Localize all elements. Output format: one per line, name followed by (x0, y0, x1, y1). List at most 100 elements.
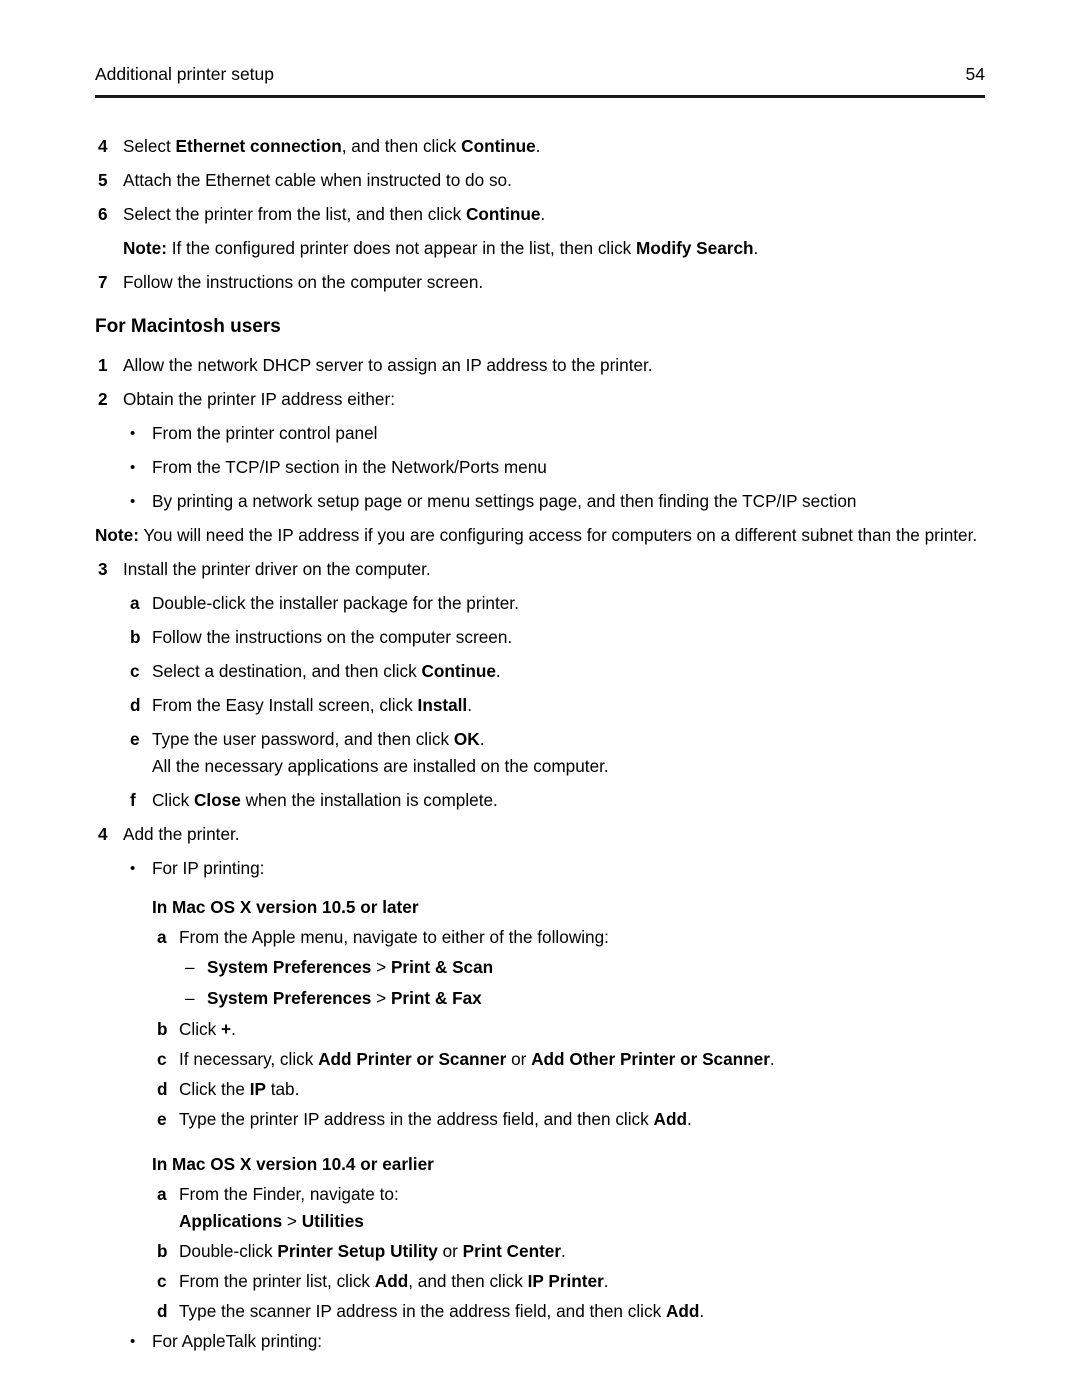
list-item: 4 Select Ethernet connection, and then c… (98, 136, 990, 157)
dash-icon: – (185, 957, 195, 977)
list-text: From the Easy Install screen, click Inst… (152, 695, 472, 715)
list-text: Install the printer driver on the comput… (123, 559, 431, 579)
list-text: From the TCP/IP section in the Network/P… (152, 457, 547, 477)
page-number: 54 (965, 64, 985, 84)
list-text: Click the IP tab. (179, 1079, 300, 1099)
list-item: e Type the printer IP address in the add… (157, 1109, 990, 1130)
list-text: By printing a network setup page or menu… (152, 491, 857, 511)
list-item: b Double-click Printer Setup Utility or … (157, 1241, 990, 1262)
list-item: c If necessary, click Add Printer or Sca… (157, 1049, 990, 1070)
list-text: System Preferences > Print & Scan (207, 957, 494, 977)
note-subnet: Note: You will need the IP address if yo… (95, 525, 978, 545)
list-item: c Select a destination, and then click C… (130, 661, 990, 682)
list-item: f Click Close when the installation is c… (130, 790, 990, 811)
list-item: d Click the IP tab. (157, 1079, 990, 1100)
list-item: • From the printer control panel (130, 423, 990, 444)
list-text: Select a destination, and then click Con… (152, 661, 501, 681)
list-item: 3 Install the printer driver on the comp… (98, 559, 990, 580)
list-marker: b (157, 1019, 168, 1039)
list-item: d Type the scanner IP address in the add… (157, 1301, 990, 1322)
page-content: 4 Select Ethernet connection, and then c… (95, 136, 990, 1365)
list-item: – System Preferences > Print & Scan (185, 957, 990, 978)
list-item: 7 Follow the instructions on the compute… (98, 272, 990, 293)
document-page: Additional printer setup 54 4 Select Eth… (0, 0, 1080, 1397)
page-header: Additional printer setup 54 (95, 63, 985, 85)
list-marker: d (157, 1301, 168, 1321)
list-text: Double-click the installer package for t… (152, 593, 519, 613)
list-text: From the printer control panel (152, 423, 378, 443)
list-item: a From the Finder, navigate to: (157, 1184, 990, 1205)
list-text: Click Close when the installation is com… (152, 790, 498, 810)
list-item: 1 Allow the network DHCP server to assig… (98, 355, 990, 376)
finder-path-text: Applications > Utilities (179, 1211, 364, 1231)
list-marker: d (130, 695, 141, 715)
list-marker: c (157, 1271, 167, 1291)
list-text: For AppleTalk printing: (152, 1331, 323, 1351)
list-marker: b (130, 627, 141, 647)
list-marker: a (157, 927, 167, 947)
list-item: 2 Obtain the printer IP address either: (98, 389, 990, 410)
list-item: • By printing a network setup page or me… (130, 491, 990, 512)
list-text: From the Apple menu, navigate to either … (179, 927, 609, 947)
list-item: 5 Attach the Ethernet cable when instruc… (98, 170, 990, 191)
list-text: Follow the instructions on the computer … (123, 272, 484, 292)
bullet-icon: • (130, 860, 136, 877)
list-marker: e (130, 729, 140, 749)
list-item: • For AppleTalk printing: (130, 1331, 990, 1352)
list-item: e Type the user password, and then click… (130, 729, 990, 750)
list-text: System Preferences > Print & Fax (207, 988, 482, 1008)
list-text: Attach the Ethernet cable when instructe… (123, 170, 512, 190)
bullet-icon: • (130, 425, 136, 442)
section-heading-macintosh: For Macintosh users (95, 316, 281, 337)
list-marker: 3 (98, 559, 108, 579)
note-modify-search: Note: If the configured printer does not… (123, 238, 759, 258)
list-text: If necessary, click Add Printer or Scann… (179, 1049, 775, 1069)
list-marker: a (130, 593, 140, 613)
list-item: b Follow the instructions on the compute… (130, 627, 990, 648)
list-marker: 6 (98, 204, 108, 224)
list-text: Type the user password, and then click O… (152, 729, 485, 749)
list-text: Select the printer from the list, and th… (123, 204, 546, 224)
list-text: Type the scanner IP address in the addre… (179, 1301, 705, 1321)
list-marker: c (130, 661, 140, 681)
dash-icon: – (185, 988, 195, 1008)
list-item: 6 Select the printer from the list, and … (98, 204, 990, 225)
list-item: – System Preferences > Print & Fax (185, 988, 990, 1009)
step-continuation-text: All the necessary applications are insta… (152, 756, 609, 776)
list-marker: 7 (98, 272, 108, 292)
list-marker: b (157, 1241, 168, 1261)
subsection-heading-mac-10-4: In Mac OS X version 10.4 or earlier (152, 1154, 434, 1174)
list-marker: a (157, 1184, 167, 1204)
list-text: Double-click Printer Setup Utility or Pr… (179, 1241, 566, 1261)
list-marker: 1 (98, 355, 108, 375)
list-marker: d (157, 1079, 168, 1099)
list-marker: 2 (98, 389, 108, 409)
list-marker: 5 (98, 170, 108, 190)
list-item: c From the printer list, click Add, and … (157, 1271, 990, 1292)
list-marker: 4 (98, 824, 108, 844)
list-text: From the Finder, navigate to: (179, 1184, 399, 1204)
bullet-icon: • (130, 459, 136, 476)
list-item: d From the Easy Install screen, click In… (130, 695, 990, 716)
bullet-icon: • (130, 1333, 136, 1350)
list-text: For IP printing: (152, 858, 265, 878)
list-text: Allow the network DHCP server to assign … (123, 355, 653, 375)
list-text: From the printer list, click Add, and th… (179, 1271, 609, 1291)
header-divider (95, 95, 985, 98)
list-text: Select Ethernet connection, and then cli… (123, 136, 541, 156)
header-title: Additional printer setup (95, 64, 274, 84)
list-marker: c (157, 1049, 167, 1069)
list-item: • From the TCP/IP section in the Network… (130, 457, 990, 478)
list-text: Click +. (179, 1019, 236, 1039)
list-item: a From the Apple menu, navigate to eithe… (157, 927, 990, 948)
subsection-heading-mac-10-5: In Mac OS X version 10.5 or later (152, 897, 419, 917)
list-text: Add the printer. (123, 824, 240, 844)
bullet-icon: • (130, 493, 136, 510)
list-marker: f (130, 790, 136, 810)
list-marker: e (157, 1109, 167, 1129)
list-item: 4 Add the printer. (98, 824, 990, 845)
list-text: Follow the instructions on the computer … (152, 627, 513, 647)
list-item: a Double-click the installer package for… (130, 593, 990, 614)
list-text: Type the printer IP address in the addre… (179, 1109, 692, 1129)
list-item: • For IP printing: (130, 858, 990, 879)
